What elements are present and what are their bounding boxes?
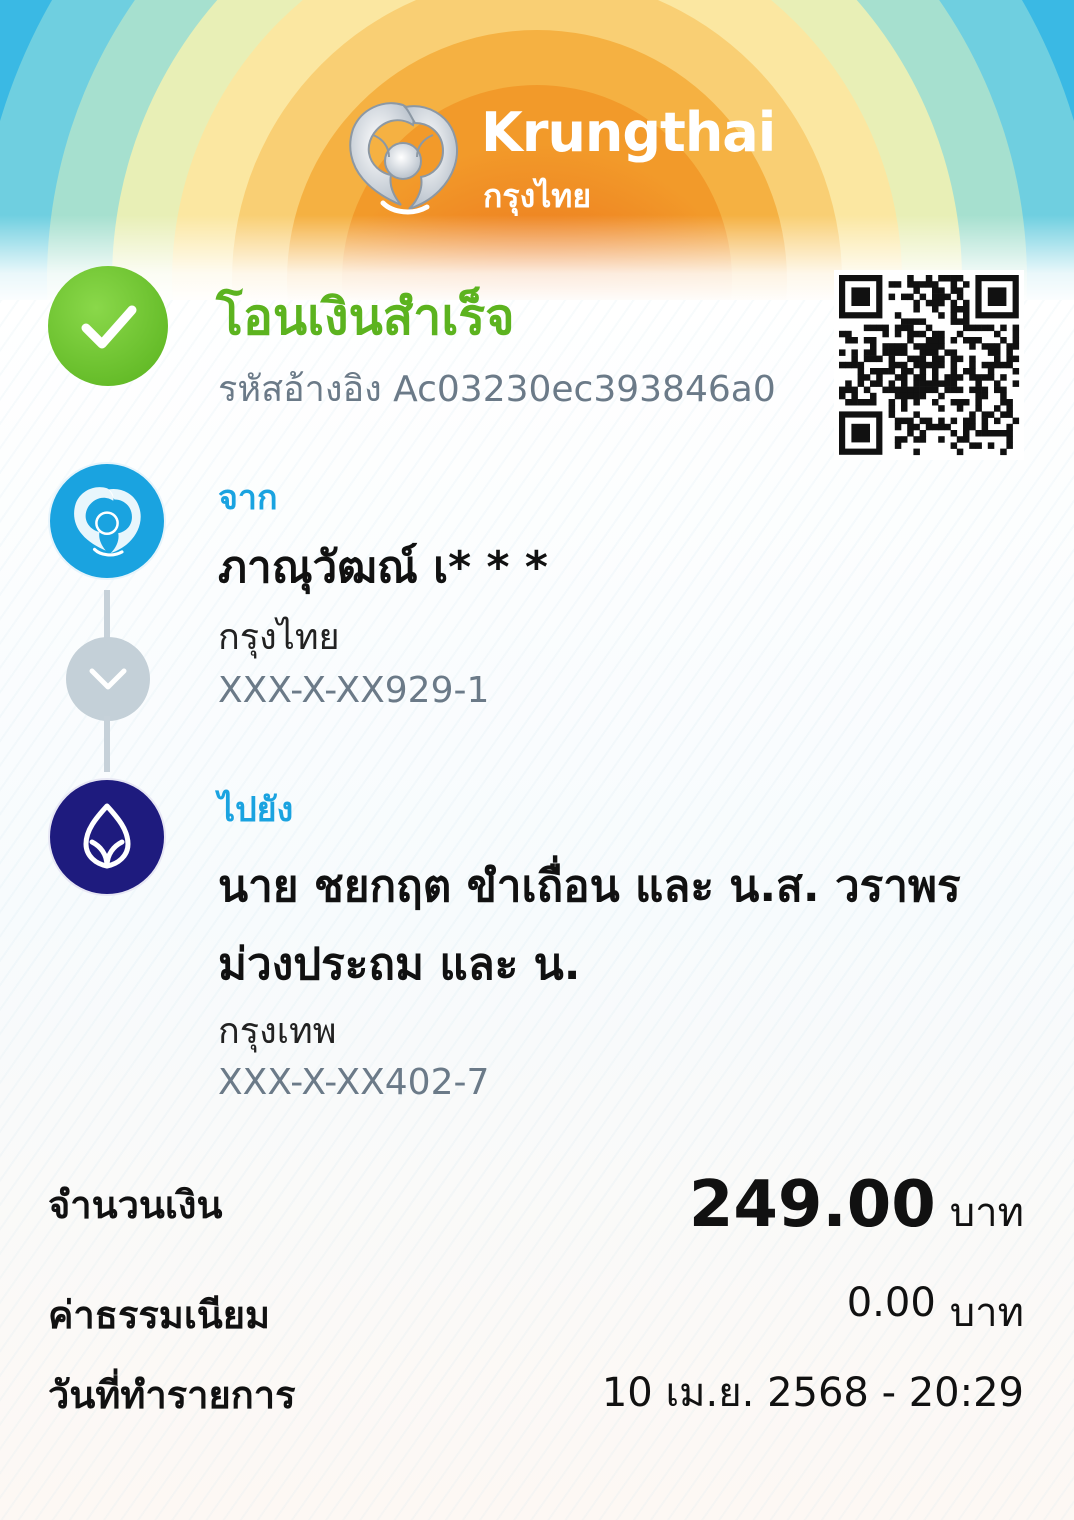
to-label: ไปยัง [218, 790, 294, 830]
recipient-account: XXX-X-XX402-7 [218, 1062, 490, 1103]
check-icon [81, 305, 137, 349]
connector-line [104, 716, 110, 772]
fee-value: 0.00 บาท [847, 1280, 1024, 1344]
sender-bank: กรุงไทย [218, 617, 340, 658]
receipt-header: Krungthai กรุงไทย [0, 0, 1074, 300]
chevron-down-icon [89, 668, 127, 690]
qr-code[interactable] [834, 270, 1024, 460]
reference-code: รหัสอ้างอิง Ac03230ec393846a0 [218, 369, 776, 410]
recipient-bank-avatar [48, 778, 166, 896]
bangkok-bank-icon [83, 803, 131, 869]
fee-label: ค่าธรรมเนียม [48, 1293, 271, 1337]
status-title: โอนเงินสำเร็จ [216, 288, 515, 346]
brand-name-en: Krungthai [481, 101, 776, 164]
amount-number: 249.00 [688, 1168, 936, 1242]
fee-number: 0.00 [846, 1280, 936, 1326]
amount-label: จำนวนเงิน [48, 1183, 223, 1227]
sender-account: XXX-X-XX929-1 [218, 670, 490, 711]
fee-unit: บาท [949, 1290, 1024, 1336]
date-label: วันที่ทำรายการ [48, 1373, 296, 1417]
krungthai-icon [74, 487, 141, 557]
transaction-datetime: 10 เม.ย. 2568 - 20:29 [601, 1370, 1024, 1416]
brand-name-th: กรุงไทย [483, 177, 592, 215]
success-badge [48, 266, 168, 386]
recipient-bank: กรุงเทพ [218, 1011, 337, 1052]
from-label: จาก [218, 478, 278, 518]
sender-name: ภาณุวัฒณ์ เ* * * [218, 542, 548, 593]
phoenix-icon [349, 102, 458, 215]
recipient-name: นาย ชยกฤต ขำเถื่อน และ น.ส. วราพร ม่วงปร… [218, 861, 961, 990]
sender-bank-avatar [48, 462, 166, 580]
transfer-direction [66, 637, 150, 721]
amount-value: 249.00 บาท [689, 1168, 1024, 1244]
krungthai-logo: Krungthai กรุงไทย [343, 95, 776, 225]
amount-unit: บาท [949, 1190, 1024, 1236]
